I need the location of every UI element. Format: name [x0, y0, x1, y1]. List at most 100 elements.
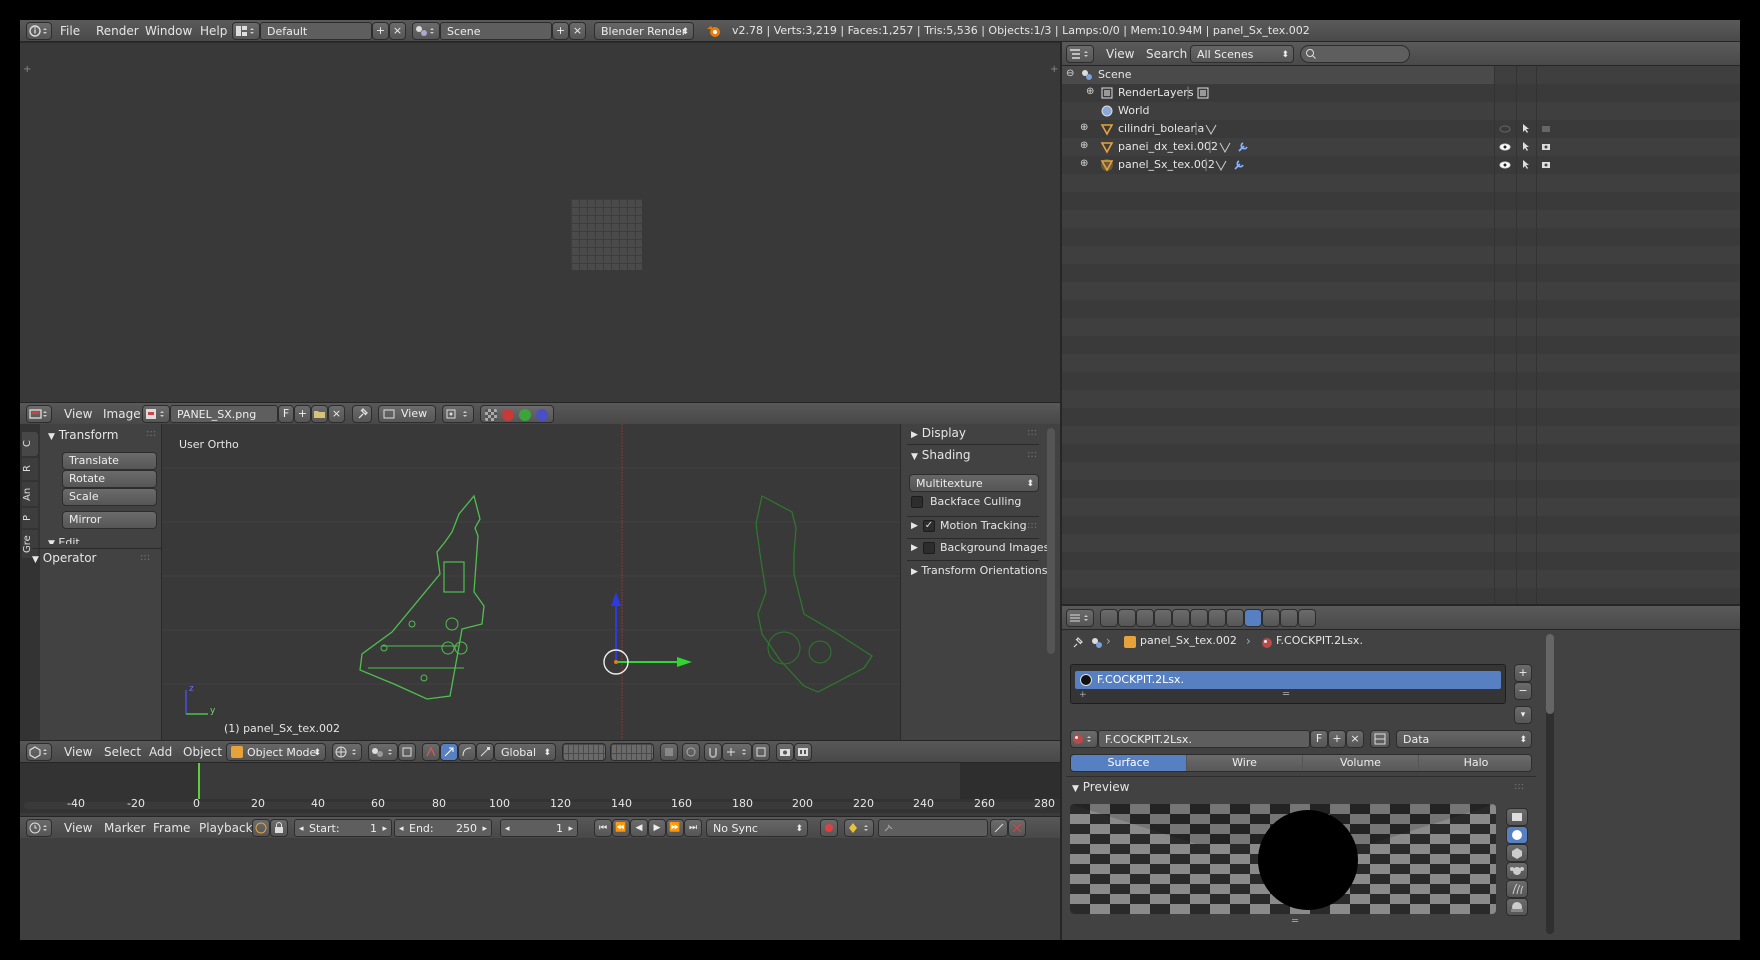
panel-transform-header[interactable]: ▼ Transform	[48, 428, 118, 442]
render-animation-icon[interactable]	[794, 743, 812, 761]
checker-icon[interactable]	[485, 409, 497, 421]
preview-world-icon[interactable]	[1506, 898, 1528, 916]
plus-icon[interactable]: +	[1050, 64, 1058, 75]
current-frame-indicator[interactable]	[198, 763, 200, 799]
scale-button[interactable]: Scale	[62, 488, 157, 506]
red-channel-icon[interactable]	[502, 409, 514, 421]
eye-icon[interactable]	[1499, 123, 1511, 135]
sync-mode-select[interactable]: No Sync ⬍	[706, 819, 808, 837]
shading-mode-select[interactable]: Multitexture ⬍	[909, 474, 1039, 492]
slot-specials-icon[interactable]: ▾	[1514, 706, 1532, 724]
list-filter-icon[interactable]: +	[1079, 690, 1087, 700]
editor-type-properties-icon[interactable]	[1066, 609, 1094, 627]
cursor-icon[interactable]	[1520, 140, 1532, 152]
pin-icon[interactable]	[1070, 636, 1084, 650]
jump-keyframe-back-icon[interactable]: ⏪	[612, 819, 630, 837]
menu-help[interactable]: Help	[200, 20, 227, 42]
eye-icon[interactable]	[1499, 141, 1511, 153]
editor-type-outliner-icon[interactable]	[1066, 45, 1094, 63]
background-images-checkbox[interactable]	[923, 542, 935, 554]
material-slot-list[interactable]: F.COCKPIT.2Lsx. + ═	[1070, 664, 1506, 704]
drag-handle-icon[interactable]: :::	[146, 428, 156, 439]
expand-icon[interactable]: ⊕	[1086, 86, 1094, 97]
orientation-select[interactable]: Global ⬍	[494, 743, 556, 761]
pin-icon[interactable]	[352, 405, 372, 423]
mirror-button[interactable]: Mirror	[62, 511, 157, 529]
image-menu-view[interactable]: View	[64, 403, 92, 425]
image-name-field[interactable]: PANEL_SX.png	[170, 405, 278, 423]
tab-create[interactable]: C	[22, 432, 38, 456]
editor-type-image-icon[interactable]	[26, 405, 52, 423]
collapse-icon[interactable]: ⊖	[1066, 68, 1074, 79]
cursor-icon[interactable]	[1520, 122, 1532, 134]
tab-halo[interactable]: Halo	[1419, 755, 1531, 771]
add-scene-icon[interactable]: +	[552, 22, 569, 40]
drag-handle-icon[interactable]: :::	[1027, 427, 1037, 438]
end-frame-field[interactable]: ◂ End: 250 ▸	[394, 819, 492, 837]
view3d-menu-object[interactable]: Object	[183, 741, 222, 763]
material-name-field[interactable]: F.COCKPIT.2Lsx.	[1098, 730, 1310, 748]
drag-handle-icon[interactable]: :::	[1027, 449, 1037, 460]
material-slot-row[interactable]: F.COCKPIT.2Lsx.	[1075, 671, 1501, 689]
modifiers-tab-icon[interactable]	[1208, 609, 1226, 627]
panel-shading-header[interactable]: ▼ Shading	[911, 448, 971, 462]
render-engine-select[interactable]: Blender Render ⬍	[594, 22, 694, 40]
material-fake-user-button[interactable]: F	[1310, 730, 1328, 748]
outliner-tree[interactable]: ⊖ Scene ⊕ RenderLayers | World ⊕ cilindr…	[1062, 66, 1740, 604]
outliner-row-object-active[interactable]: ⊕ panel_Sx_tex.002 |	[1062, 156, 1494, 174]
pivot-point-icon[interactable]	[368, 743, 398, 761]
tab-surface[interactable]: Surface	[1071, 755, 1186, 771]
translate-button[interactable]: Translate	[62, 452, 157, 470]
timeline-menu-marker[interactable]: Marker	[104, 817, 145, 839]
timeline-menu-playback[interactable]: Playback	[199, 817, 253, 839]
scrollbar-track[interactable]	[1047, 428, 1055, 654]
screen-layout-field[interactable]: Default	[260, 22, 372, 40]
constraints-tab-icon[interactable]	[1190, 609, 1208, 627]
add-layout-icon[interactable]: +	[372, 22, 389, 40]
preview-resize-handle-icon[interactable]: ═	[1292, 916, 1298, 927]
wrench-icon[interactable]	[1232, 158, 1246, 172]
unlink-material-icon[interactable]: ×	[1346, 730, 1364, 748]
properties-scrollbar-thumb[interactable]	[1546, 634, 1554, 714]
eye-icon[interactable]	[1499, 159, 1511, 171]
scene-browse-icon[interactable]	[412, 22, 440, 40]
snap-icon[interactable]	[704, 743, 722, 761]
editor-type-timeline-icon[interactable]	[26, 819, 52, 837]
view-mode-select[interactable]: View	[378, 405, 436, 423]
blue-channel-icon[interactable]	[536, 409, 548, 421]
view3d-menu-add[interactable]: Add	[149, 741, 172, 763]
render-tab-icon[interactable]	[1100, 609, 1118, 627]
image-editor-canvas[interactable]: + +	[20, 42, 1060, 402]
pivot-select-icon[interactable]	[442, 405, 474, 423]
screen-layout-icon[interactable]	[232, 22, 260, 40]
outliner-row-object[interactable]: ⊕ panei_dx_texi.002 |	[1062, 138, 1494, 156]
material-browse-icon[interactable]	[1070, 730, 1098, 748]
new-image-icon[interactable]: +	[294, 405, 311, 423]
particles-tab-icon[interactable]	[1280, 609, 1298, 627]
image-browse-icon[interactable]	[142, 405, 170, 423]
pivot-only-icon[interactable]	[398, 743, 416, 761]
viewport-shading-icon[interactable]	[332, 743, 362, 761]
play-reverse-icon[interactable]: ◀	[630, 819, 648, 837]
preview-cube-icon[interactable]	[1506, 844, 1528, 862]
play-icon[interactable]: ▶	[648, 819, 666, 837]
outliner-menu-view[interactable]: View	[1106, 43, 1134, 65]
texture-tab-icon[interactable]	[1262, 609, 1280, 627]
lock-icon[interactable]	[270, 819, 288, 837]
new-material-icon[interactable]: +	[1328, 730, 1346, 748]
wrench-icon[interactable]	[1236, 140, 1250, 154]
outliner-row-world[interactable]: World	[1062, 102, 1494, 120]
timeline-area[interactable]	[20, 762, 1060, 816]
editor-type-3d-icon[interactable]	[26, 743, 52, 761]
scene-field[interactable]: Scene	[440, 22, 552, 40]
tab-physics[interactable]: P	[22, 508, 38, 528]
camera-icon[interactable]	[1540, 141, 1552, 153]
lock-layers-icon[interactable]	[660, 743, 678, 761]
current-frame-field[interactable]: ◂ 1 ▸	[500, 819, 578, 837]
camera-icon[interactable]	[1540, 159, 1552, 171]
outliner-row-object[interactable]: ⊕ cilindri_boleana |	[1062, 120, 1494, 138]
triangle-right-icon[interactable]: ▶	[911, 521, 918, 531]
scale-manipulator-icon[interactable]	[476, 743, 494, 761]
add-slot-icon[interactable]: +	[1514, 664, 1532, 682]
timeline-menu-frame[interactable]: Frame	[153, 817, 190, 839]
